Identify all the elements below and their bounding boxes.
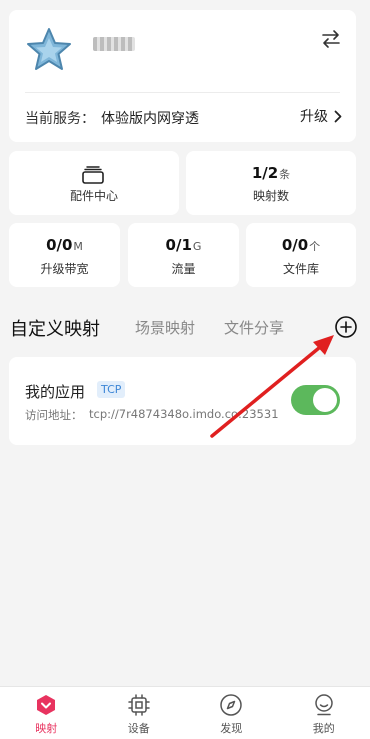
bandwidth-card[interactable]: 0/0M 升级带宽 xyxy=(9,223,120,287)
traffic-card[interactable]: 0/1G 流量 xyxy=(128,223,239,287)
protocol-badge: TCP xyxy=(97,381,126,398)
divider xyxy=(25,92,340,93)
upgrade-label: 升级 xyxy=(300,109,328,125)
parts-center-card[interactable]: 配件中心 xyxy=(9,151,179,215)
username-redacted xyxy=(93,37,135,51)
nav-device-label: 设备 xyxy=(127,722,150,735)
traffic-label: 流量 xyxy=(171,262,196,276)
nav-discover[interactable]: 发现 xyxy=(185,687,278,739)
nav-discover-label: 发现 xyxy=(220,722,243,735)
profile-icon xyxy=(315,694,333,716)
file-library-label: 文件库 xyxy=(282,262,319,276)
traffic-value: 0/1G xyxy=(165,236,202,254)
upgrade-button[interactable]: 升级 xyxy=(300,106,342,126)
nav-profile[interactable]: 我的 xyxy=(278,687,370,739)
mapping-enable-toggle[interactable] xyxy=(291,385,340,415)
parts-box-icon xyxy=(82,166,104,184)
nav-mapping[interactable]: 映射 xyxy=(0,687,93,739)
mapping-count-card: 1/2条 映射数 xyxy=(186,151,356,215)
bandwidth-value: 0/0M xyxy=(46,236,83,254)
nav-mapping-label: 映射 xyxy=(35,722,58,735)
account-card: 当前服务： 体验版内网穿透 升级 xyxy=(9,10,356,142)
star-avatar-icon[interactable] xyxy=(25,26,73,74)
file-library-value: 0/0个 xyxy=(281,236,321,254)
chevron-right-icon xyxy=(334,110,342,122)
current-service-label: 当前服务： xyxy=(25,111,95,127)
tab-scene-mapping[interactable]: 场景映射 xyxy=(135,317,195,338)
mapping-icon xyxy=(37,695,56,715)
file-library-card[interactable]: 0/0个 文件库 xyxy=(246,223,356,287)
device-icon xyxy=(128,694,150,716)
switch-account-icon[interactable] xyxy=(320,28,342,50)
nav-device[interactable]: 设备 xyxy=(93,687,186,739)
add-mapping-icon[interactable] xyxy=(334,315,358,339)
mapping-count-label: 映射数 xyxy=(252,189,289,203)
mapping-app-name: 我的应用 xyxy=(25,383,86,401)
bottom-nav: 映射 设备 发现 我的 xyxy=(0,686,370,739)
nav-profile-label: 我的 xyxy=(312,722,335,735)
bandwidth-label: 升级带宽 xyxy=(40,262,89,276)
mapping-count-value: 1/2条 xyxy=(251,164,291,182)
discover-icon xyxy=(220,694,242,716)
tab-file-share[interactable]: 文件分享 xyxy=(224,317,284,338)
tab-custom-mapping[interactable]: 自定义映射 xyxy=(10,315,100,341)
toggle-knob xyxy=(313,388,337,412)
current-service-value: 体验版内网穿透 xyxy=(101,111,199,127)
mapping-item-card[interactable]: 我的应用 TCP 访问地址： tcp://7r4874348o.imdo.co:… xyxy=(9,357,356,445)
access-address-value: tcp://7r4874348o.imdo.co:23531 xyxy=(89,407,279,421)
parts-center-label: 配件中心 xyxy=(69,189,118,203)
access-address-label: 访问地址： xyxy=(25,408,83,422)
